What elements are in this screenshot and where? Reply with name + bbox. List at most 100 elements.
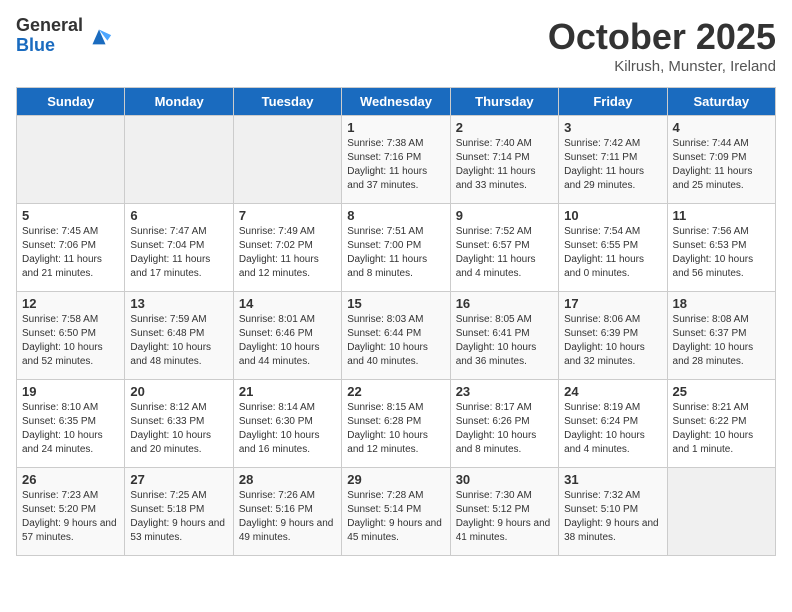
day-header-saturday: Saturday xyxy=(667,88,775,116)
calendar-week-4: 19 Sunrise: 8:10 AM Sunset: 6:35 PM Dayli… xyxy=(17,380,776,468)
calendar-cell: 7 Sunrise: 7:49 AM Sunset: 7:02 PM Daylig… xyxy=(233,204,341,292)
day-info: Sunrise: 8:17 AM Sunset: 6:26 PM Dayligh… xyxy=(456,401,553,457)
day-number: 31 xyxy=(564,472,661,487)
day-header-sunday: Sunday xyxy=(17,88,125,116)
calendar-cell: 4Sunrise: 7:44 AM Sunset: 7:09 PM Daylig… xyxy=(667,116,775,204)
day-info: Sunrise: 7:45 AM Sunset: 7:06 PM Dayligh… xyxy=(22,225,119,281)
calendar-week-2: 5 Sunrise: 7:45 AM Sunset: 7:06 PM Daylig… xyxy=(17,204,776,292)
day-number: 9 xyxy=(456,208,553,223)
day-info: Sunrise: 7:49 AM Sunset: 7:02 PM Dayligh… xyxy=(239,225,336,281)
day-number: 1 xyxy=(347,120,444,135)
day-number: 17 xyxy=(564,296,661,311)
day-number: 12 xyxy=(22,296,119,311)
calendar-cell: 12 Sunrise: 7:58 AM Sunset: 6:50 PM Dayli… xyxy=(17,292,125,380)
calendar-cell: 9 Sunrise: 7:52 AM Sunset: 6:57 PM Daylig… xyxy=(450,204,558,292)
day-info: Sunrise: 8:03 AM Sunset: 6:44 PM Dayligh… xyxy=(347,313,444,369)
calendar-header: SundayMondayTuesdayWednesdayThursdayFrid… xyxy=(17,88,776,116)
calendar-cell: 29 Sunrise: 7:28 AM Sunset: 5:14 PM Dayli… xyxy=(342,468,450,556)
day-number: 11 xyxy=(673,208,770,223)
day-info: Sunrise: 8:15 AM Sunset: 6:28 PM Dayligh… xyxy=(347,401,444,457)
day-info: Sunrise: 7:30 AM Sunset: 5:12 PM Dayligh… xyxy=(456,489,553,545)
day-number: 13 xyxy=(130,296,227,311)
day-info: Sunrise: 7:26 AM Sunset: 5:16 PM Dayligh… xyxy=(239,489,336,545)
day-number: 21 xyxy=(239,384,336,399)
calendar-cell: 8 Sunrise: 7:51 AM Sunset: 7:00 PM Daylig… xyxy=(342,204,450,292)
month-title: October 2025 xyxy=(548,16,776,58)
day-info: Sunrise: 7:51 AM Sunset: 7:00 PM Dayligh… xyxy=(347,225,444,281)
day-number: 20 xyxy=(130,384,227,399)
calendar-cell: 19 Sunrise: 8:10 AM Sunset: 6:35 PM Dayli… xyxy=(17,380,125,468)
day-info: Sunrise: 7:40 AM Sunset: 7:14 PM Dayligh… xyxy=(456,137,553,193)
day-number: 28 xyxy=(239,472,336,487)
calendar-cell: 2 Sunrise: 7:40 AM Sunset: 7:14 PM Daylig… xyxy=(450,116,558,204)
day-info: Sunrise: 7:52 AM Sunset: 6:57 PM Dayligh… xyxy=(456,225,553,281)
calendar-cell: 5 Sunrise: 7:45 AM Sunset: 7:06 PM Daylig… xyxy=(17,204,125,292)
day-info: Sunrise: 8:21 AM Sunset: 6:22 PM Dayligh… xyxy=(673,401,770,457)
day-info: Sunrise: 7:23 AM Sunset: 5:20 PM Dayligh… xyxy=(22,489,119,545)
calendar-cell: 30Sunrise: 7:30 AM Sunset: 5:12 PM Dayli… xyxy=(450,468,558,556)
calendar-week-3: 12 Sunrise: 7:58 AM Sunset: 6:50 PM Dayli… xyxy=(17,292,776,380)
day-number: 14 xyxy=(239,296,336,311)
title-block: October 2025 Kilrush, Munster, Ireland xyxy=(548,16,776,75)
day-number: 8 xyxy=(347,208,444,223)
day-number: 4 xyxy=(673,120,770,135)
calendar-week-5: 26 Sunrise: 7:23 AM Sunset: 5:20 PM Dayli… xyxy=(17,468,776,556)
calendar-cell: 17Sunrise: 8:06 AM Sunset: 6:39 PM Dayli… xyxy=(559,292,667,380)
calendar-cell: 11 Sunrise: 7:56 AM Sunset: 6:53 PM Dayli… xyxy=(667,204,775,292)
logo: General Blue xyxy=(16,16,113,56)
calendar-cell: 25 Sunrise: 8:21 AM Sunset: 6:22 PM Dayli… xyxy=(667,380,775,468)
day-info: Sunrise: 7:25 AM Sunset: 5:18 PM Dayligh… xyxy=(130,489,227,545)
calendar-body: 1 Sunrise: 7:38 AM Sunset: 7:16 PM Daylig… xyxy=(17,116,776,556)
day-number: 2 xyxy=(456,120,553,135)
calendar-cell: 20 Sunrise: 8:12 AM Sunset: 6:33 PM Dayli… xyxy=(125,380,233,468)
day-info: Sunrise: 8:12 AM Sunset: 6:33 PM Dayligh… xyxy=(130,401,227,457)
day-number: 23 xyxy=(456,384,553,399)
day-number: 16 xyxy=(456,296,553,311)
calendar-cell: 28 Sunrise: 7:26 AM Sunset: 5:16 PM Dayli… xyxy=(233,468,341,556)
location-subtitle: Kilrush, Munster, Ireland xyxy=(548,58,776,75)
day-number: 5 xyxy=(22,208,119,223)
day-number: 18 xyxy=(673,296,770,311)
day-info: Sunrise: 7:47 AM Sunset: 7:04 PM Dayligh… xyxy=(130,225,227,281)
calendar-cell: 23 Sunrise: 8:17 AM Sunset: 6:26 PM Dayli… xyxy=(450,380,558,468)
day-info: Sunrise: 7:28 AM Sunset: 5:14 PM Dayligh… xyxy=(347,489,444,545)
calendar-cell: 10 Sunrise: 7:54 AM Sunset: 6:55 PM Dayli… xyxy=(559,204,667,292)
day-number: 19 xyxy=(22,384,119,399)
day-header-monday: Monday xyxy=(125,88,233,116)
calendar-cell: 1 Sunrise: 7:38 AM Sunset: 7:16 PM Daylig… xyxy=(342,116,450,204)
day-number: 15 xyxy=(347,296,444,311)
day-header-friday: Friday xyxy=(559,88,667,116)
day-info: Sunrise: 7:59 AM Sunset: 6:48 PM Dayligh… xyxy=(130,313,227,369)
day-info: Sunrise: 7:54 AM Sunset: 6:55 PM Dayligh… xyxy=(564,225,661,281)
day-number: 26 xyxy=(22,472,119,487)
calendar-cell xyxy=(17,116,125,204)
day-header-wednesday: Wednesday xyxy=(342,88,450,116)
day-info: Sunrise: 7:56 AM Sunset: 6:53 PM Dayligh… xyxy=(673,225,770,281)
calendar-cell: 31Sunrise: 7:32 AM Sunset: 5:10 PM Dayli… xyxy=(559,468,667,556)
day-number: 29 xyxy=(347,472,444,487)
day-info: Sunrise: 8:10 AM Sunset: 6:35 PM Dayligh… xyxy=(22,401,119,457)
page-header: General Blue October 2025 Kilrush, Munst… xyxy=(16,16,776,75)
calendar-cell: 3Sunrise: 7:42 AM Sunset: 7:11 PM Daylig… xyxy=(559,116,667,204)
day-info: Sunrise: 7:58 AM Sunset: 6:50 PM Dayligh… xyxy=(22,313,119,369)
day-number: 7 xyxy=(239,208,336,223)
calendar-cell: 22Sunrise: 8:15 AM Sunset: 6:28 PM Dayli… xyxy=(342,380,450,468)
calendar-cell xyxy=(667,468,775,556)
calendar-cell: 16Sunrise: 8:05 AM Sunset: 6:41 PM Dayli… xyxy=(450,292,558,380)
calendar-cell: 26 Sunrise: 7:23 AM Sunset: 5:20 PM Dayli… xyxy=(17,468,125,556)
day-number: 25 xyxy=(673,384,770,399)
calendar-cell xyxy=(125,116,233,204)
day-header-thursday: Thursday xyxy=(450,88,558,116)
day-header-tuesday: Tuesday xyxy=(233,88,341,116)
calendar-cell: 21 Sunrise: 8:14 AM Sunset: 6:30 PM Dayli… xyxy=(233,380,341,468)
day-info: Sunrise: 8:19 AM Sunset: 6:24 PM Dayligh… xyxy=(564,401,661,457)
day-info: Sunrise: 7:38 AM Sunset: 7:16 PM Dayligh… xyxy=(347,137,444,193)
day-info: Sunrise: 8:14 AM Sunset: 6:30 PM Dayligh… xyxy=(239,401,336,457)
day-number: 6 xyxy=(130,208,227,223)
logo-blue-text: Blue xyxy=(16,36,83,56)
day-number: 10 xyxy=(564,208,661,223)
day-number: 24 xyxy=(564,384,661,399)
logo-icon xyxy=(85,22,113,50)
calendar-cell: 13 Sunrise: 7:59 AM Sunset: 6:48 PM Dayli… xyxy=(125,292,233,380)
day-number: 27 xyxy=(130,472,227,487)
